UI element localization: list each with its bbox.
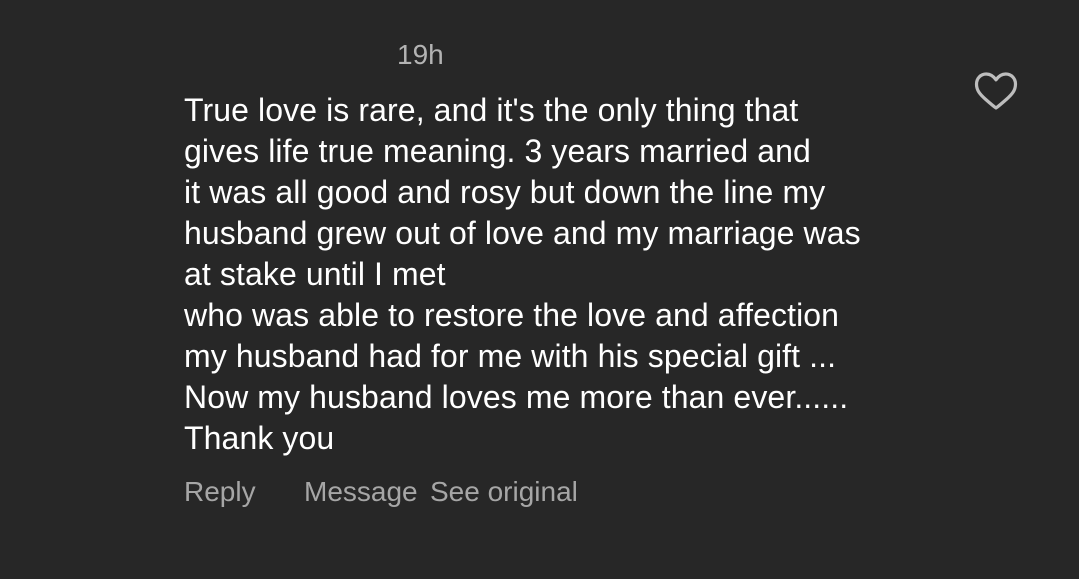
heart-outline-icon (974, 72, 1018, 110)
comment-line: gives life true meaning. 3 years married… (184, 133, 811, 169)
comment-text: True love is rare, and it's the only thi… (184, 90, 974, 459)
comment-line: Thank you (184, 420, 335, 456)
comment-line: husband grew out of love and my marriage… (184, 215, 861, 251)
see-original-button[interactable]: See original (430, 474, 578, 510)
reply-button[interactable]: Reply (184, 474, 256, 510)
comment-line: my husband had for me with his special g… (184, 338, 837, 374)
comment-line: Now my husband loves me more than ever..… (184, 379, 849, 415)
comment-line: who was able to restore the love and aff… (184, 297, 840, 333)
message-button[interactable]: Message (304, 474, 418, 510)
comment-line: at stake until I met (184, 256, 446, 292)
comment: 19h True love is rare, and it's the only… (0, 0, 1079, 579)
comment-line: True love is rare, and it's the only thi… (184, 92, 799, 128)
comment-timestamp: 19h (397, 39, 444, 70)
like-button[interactable] (972, 68, 1020, 112)
comment-line: it was all good and rosy but down the li… (184, 174, 826, 210)
